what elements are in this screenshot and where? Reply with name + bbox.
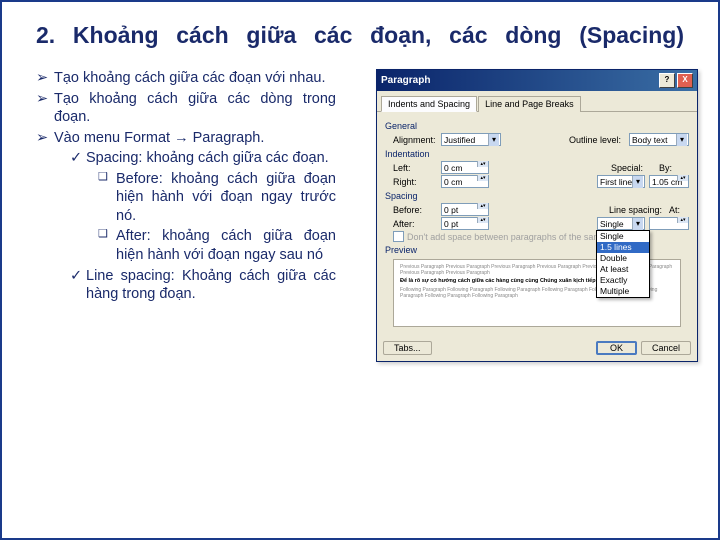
line-spacing-label: Line spacing: bbox=[609, 205, 665, 215]
tabs-button[interactable]: Tabs... bbox=[383, 341, 432, 355]
alignment-label: Alignment: bbox=[393, 135, 437, 145]
tab-indents-spacing[interactable]: Indents and Spacing bbox=[381, 96, 477, 112]
before-label: Before: bbox=[393, 205, 437, 215]
dropdown-option[interactable]: Double bbox=[597, 253, 649, 264]
dropdown-option[interactable]: Exactly bbox=[597, 275, 649, 286]
dialog-title: Paragraph bbox=[381, 75, 430, 86]
tab-line-page-breaks[interactable]: Line and Page Breaks bbox=[478, 96, 581, 112]
by-spinner[interactable]: 1.05 cm bbox=[649, 175, 689, 188]
cancel-button[interactable]: Cancel bbox=[641, 341, 691, 355]
after-label: After: bbox=[393, 219, 437, 229]
paragraph-dialog: Paragraph ? X Indents and Spacing Line a… bbox=[376, 69, 698, 362]
group-general: General bbox=[385, 121, 689, 131]
special-combo[interactable]: First line bbox=[597, 175, 645, 188]
left-spinner[interactable]: 0 cm bbox=[441, 161, 489, 174]
special-label: Special: bbox=[611, 163, 655, 173]
by-label: By: bbox=[659, 163, 689, 173]
close-button[interactable]: X bbox=[677, 73, 693, 88]
ok-button[interactable]: OK bbox=[596, 341, 637, 355]
after-spinner[interactable]: 0 pt bbox=[441, 217, 489, 230]
same-style-label: Don't add space between paragraphs of th… bbox=[407, 232, 627, 242]
right-spinner[interactable]: 0 cm bbox=[441, 175, 489, 188]
page-title: 2. Khoảng cách giữa các đoạn, các dòng (… bbox=[36, 20, 684, 51]
dialog-titlebar[interactable]: Paragraph ? X bbox=[377, 70, 697, 91]
before-spinner[interactable]: 0 pt bbox=[441, 203, 489, 216]
bullet-item: Tạo khoảng cách giữa các dòng trong đoạn… bbox=[36, 90, 336, 127]
right-label: Right: bbox=[393, 177, 437, 187]
dropdown-option[interactable]: At least bbox=[597, 264, 649, 275]
outline-combo[interactable]: Body text bbox=[629, 133, 689, 146]
outline-label: Outline level: bbox=[569, 135, 625, 145]
bullet-item: Tạo khoảng cách giữa các đoạn với nhau. bbox=[36, 69, 336, 88]
dropdown-option[interactable]: 1.5 lines bbox=[597, 242, 649, 253]
dropdown-option[interactable]: Single bbox=[597, 231, 649, 242]
bullet-item: Before: khoảng cách giữa đoạn hiện hành … bbox=[100, 170, 336, 226]
at-label: At: bbox=[669, 205, 689, 215]
left-label: Left: bbox=[393, 163, 437, 173]
help-button[interactable]: ? bbox=[659, 73, 675, 88]
dropdown-option[interactable]: Multiple bbox=[597, 286, 649, 297]
bullet-item: After: khoảng cách giữa đoạn hiện hành v… bbox=[100, 227, 336, 264]
alignment-combo[interactable]: Justified bbox=[441, 133, 501, 146]
group-spacing: Spacing bbox=[385, 191, 689, 201]
group-indentation: Indentation bbox=[385, 149, 689, 159]
line-spacing-combo[interactable]: Single bbox=[597, 217, 645, 230]
bullet-item: Vào menu Format → Paragraph. Spacing: kh… bbox=[36, 129, 336, 304]
body-text: Tạo khoảng cách giữa các đoạn với nhau. … bbox=[36, 69, 336, 306]
at-spinner[interactable] bbox=[649, 217, 689, 230]
bullet-item: Line spacing: Khoảng cách giữa các hàng … bbox=[70, 267, 336, 304]
line-spacing-dropdown[interactable]: Single 1.5 lines Double At least Exactly… bbox=[596, 230, 650, 298]
same-style-checkbox[interactable] bbox=[393, 231, 404, 242]
bullet-item: Spacing: khoảng cách giữa các đoạn. Befo… bbox=[70, 149, 336, 264]
